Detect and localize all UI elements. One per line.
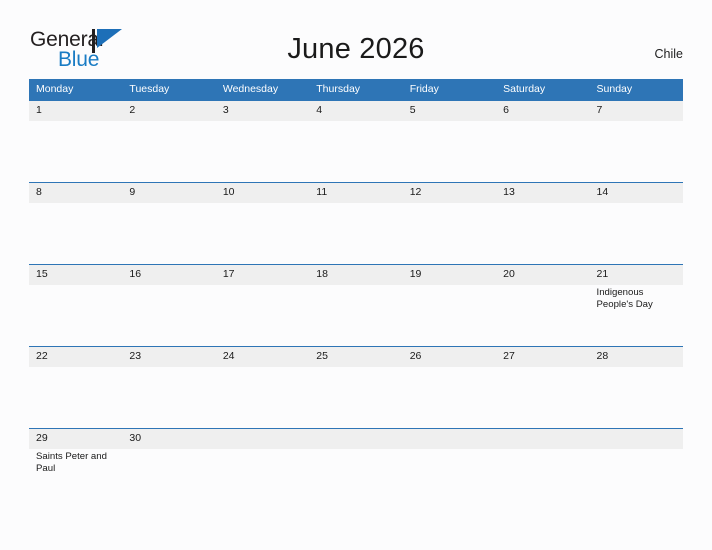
page-title: June 2026 [287,33,425,65]
calendar-week-row: 29 Saints Peter and Paul 30 [29,428,683,510]
calendar-day-cell[interactable] [402,428,497,510]
day-number: 19 [402,265,497,285]
country-label: Chile [654,47,684,61]
day-number: 18 [309,265,403,285]
calendar-day-cell[interactable]: 14 [589,182,683,265]
calendar-day-cell[interactable]: 21 Indigenous People's Day [589,264,683,347]
day-number: 20 [496,265,590,285]
day-number: 30 [122,429,216,449]
holiday-event: Saints Peter and Paul [36,451,107,474]
holiday-event: Indigenous People's Day [596,287,653,310]
day-events: Saints Peter and Paul [29,449,122,475]
calendar-day-cell[interactable]: 5 [402,100,497,183]
weekday-header-wednesday: Wednesday [215,79,310,101]
calendar-day-cell[interactable]: 28 [589,346,683,429]
calendar-day-cell[interactable]: 25 [309,346,403,429]
calendar-week-row: 22 23 24 25 26 27 28 [29,346,683,429]
day-number: 7 [589,101,683,121]
day-number: 10 [215,183,310,203]
day-number: 22 [29,347,123,367]
calendar-day-cell[interactable] [496,428,590,510]
weekday-header-monday: Monday [29,79,123,101]
calendar-day-cell[interactable]: 18 [309,264,403,347]
calendar-day-cell[interactable]: 15 [29,264,123,347]
day-number: 6 [496,101,590,121]
calendar-day-cell[interactable]: 26 [402,346,497,429]
day-events: Indigenous People's Day [590,285,683,311]
weekday-header-friday: Friday [402,79,497,101]
day-number: 28 [589,347,683,367]
day-number [589,429,683,449]
day-number: 3 [215,101,310,121]
day-number: 25 [309,347,403,367]
calendar-day-cell[interactable]: 22 [29,346,123,429]
calendar-day-cell[interactable]: 9 [122,182,216,265]
calendar-day-cell[interactable]: 30 [122,428,216,510]
calendar-day-cell[interactable]: 3 [215,100,310,183]
weekday-header-saturday: Saturday [496,79,590,101]
calendar-day-cell[interactable]: 16 [122,264,216,347]
day-number: 4 [309,101,403,121]
calendar-day-cell[interactable]: 10 [215,182,310,265]
calendar-day-cell[interactable]: 23 [122,346,216,429]
calendar-week-row: 1234567 [29,100,683,183]
calendar-day-cell[interactable]: 19 [402,264,497,347]
day-number: 5 [402,101,497,121]
calendar-week-row: 8 9 10 11 12 13 14 [29,182,683,265]
calendar-day-cell[interactable] [589,428,683,510]
weekday-header-row: Monday Tuesday Wednesday Thursday Friday… [29,79,683,101]
calendar-day-cell[interactable] [309,428,403,510]
day-number: 27 [496,347,590,367]
day-number: 8 [29,183,123,203]
calendar-day-cell[interactable]: 7 [589,100,683,183]
calendar-day-cell[interactable] [215,428,310,510]
calendar-grid: Monday Tuesday Wednesday Thursday Friday… [29,79,683,510]
day-number [309,429,403,449]
calendar-day-cell[interactable]: 8 [29,182,123,265]
calendar-day-cell[interactable]: 11 [309,182,403,265]
weekday-header-tuesday: Tuesday [122,79,216,101]
calendar-day-cell[interactable]: 17 [215,264,310,347]
day-number [215,429,310,449]
calendar-day-cell[interactable]: 1 [29,100,123,183]
day-number [402,429,497,449]
day-number [496,429,590,449]
day-number: 21 [589,265,683,285]
day-number: 23 [122,347,216,367]
day-number: 12 [402,183,497,203]
calendar-day-cell[interactable]: 4 [309,100,403,183]
day-number: 24 [215,347,310,367]
calendar-day-cell[interactable]: 12 [402,182,497,265]
day-number: 1 [29,101,123,121]
day-number: 29 [29,429,123,449]
calendar-day-cell[interactable]: 27 [496,346,590,429]
day-number: 26 [402,347,497,367]
weekday-header-sunday: Sunday [589,79,683,101]
calendar-week-row: 15 16 17 18 19 20 21 Indigenous People's Day [29,264,683,347]
weekday-header-thursday: Thursday [309,79,403,101]
page-header: General Blue June 2026 Chile [0,0,712,71]
day-number: 13 [496,183,590,203]
calendar-day-cell[interactable]: 24 [215,346,310,429]
day-number: 15 [29,265,123,285]
day-number: 14 [589,183,683,203]
calendar-day-cell[interactable]: 2 [122,100,216,183]
day-number: 9 [122,183,216,203]
calendar-day-cell[interactable]: 6 [496,100,590,183]
calendar-body: 1 2 3 4 5 6 7 8 9 10 11 12 13 14 15 16 17 18 19 20 21 Indigen… [29,100,683,510]
calendar-day-cell[interactable]: 29 Saints Peter and Paul [29,428,123,510]
calendar-day-cell[interactable]: 20 [496,264,590,347]
day-number: 11 [309,183,403,203]
day-number: 17 [215,265,310,285]
calendar-day-cell[interactable]: 13 [496,182,590,265]
day-number: 16 [122,265,216,285]
day-number: 2 [122,101,216,121]
